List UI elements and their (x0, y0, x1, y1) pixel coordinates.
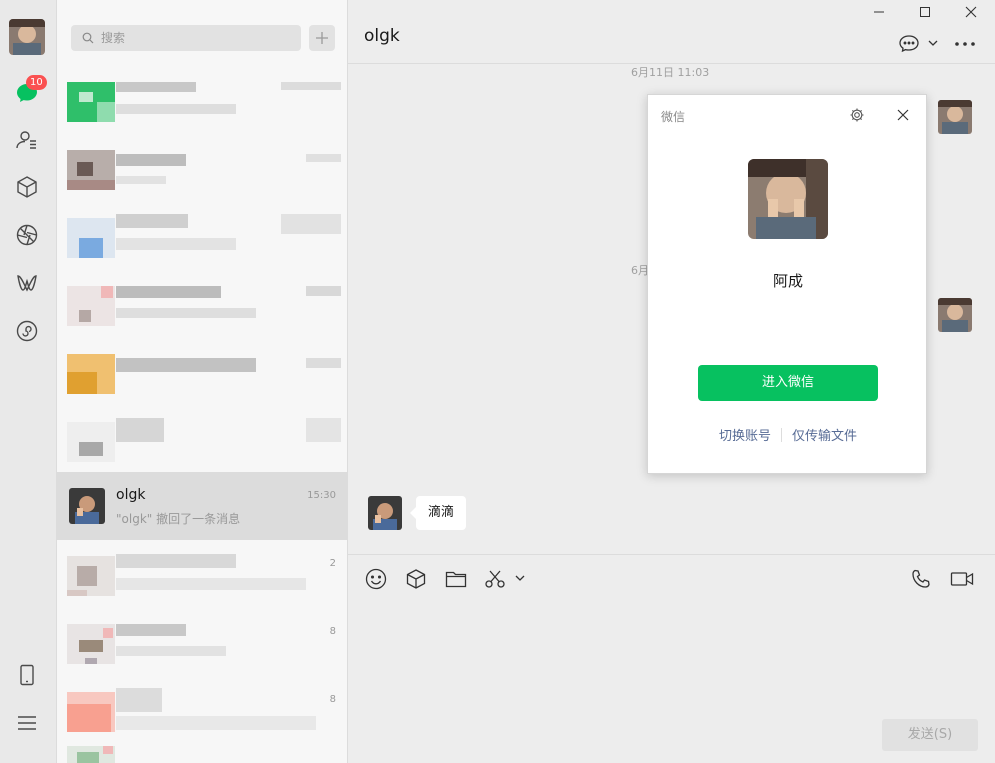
mini-programs-icon[interactable] (14, 318, 40, 344)
blurred-text (116, 154, 341, 184)
message-timestamp: 6月11日 11:03 (631, 66, 710, 79)
file-transfer-only-link[interactable]: 仅传输文件 (792, 425, 857, 444)
gear-icon[interactable] (848, 106, 866, 124)
my-avatar[interactable] (9, 19, 45, 55)
switch-account-link[interactable]: 切换账号 (719, 425, 771, 444)
conversation-name: olgk (116, 487, 146, 503)
avatar (67, 286, 115, 326)
avatar (69, 488, 105, 524)
unread-badge: 10 (26, 75, 47, 90)
dialog-title: 微信 (661, 110, 686, 124)
conversation-preview: "olgk" 撤回了一条消息 (116, 512, 241, 526)
avatar (67, 422, 115, 462)
chat-header: olgk (348, 0, 995, 64)
avatar (67, 354, 115, 394)
conversation-time: 8 (329, 626, 336, 637)
conversation-time: 15:30 (307, 490, 336, 501)
minimize-icon[interactable] (869, 4, 889, 20)
account-name: 阿成 (772, 272, 803, 290)
conversation-time: 2 (329, 558, 336, 569)
search-input[interactable] (101, 31, 291, 45)
chat-info-icon[interactable] (898, 34, 942, 54)
send-button[interactable]: 发送(S) (882, 719, 978, 751)
list-item[interactable] (57, 204, 348, 272)
blurred-text (116, 358, 341, 372)
chat-title: olgk (364, 26, 400, 46)
avatar (67, 150, 115, 190)
list-item[interactable] (57, 340, 348, 408)
chat-list-panel: olgk 15:30 "olgk" 撤回了一条消息 2 8 8 (57, 0, 348, 763)
blurred-text (116, 214, 341, 250)
input-divider (348, 554, 995, 555)
favorites-cube-icon[interactable] (14, 174, 40, 200)
channels-icon[interactable] (14, 270, 40, 296)
my-message-avatar[interactable] (938, 100, 972, 134)
dialog-links: 切换账号 仅传输文件 (648, 425, 928, 444)
incoming-message-bubble[interactable]: 滴滴 (409, 496, 467, 530)
emoji-icon[interactable] (364, 568, 388, 590)
blurred-text (116, 624, 226, 656)
my-message-avatar[interactable] (938, 298, 972, 332)
video-call-icon[interactable] (950, 568, 974, 590)
list-item[interactable] (57, 272, 348, 340)
search-icon (81, 31, 95, 45)
menu-icon[interactable] (14, 710, 40, 736)
link-divider (781, 427, 782, 442)
enter-wechat-button[interactable]: 进入微信 (698, 365, 878, 401)
close-window-icon[interactable] (961, 4, 981, 20)
avatar (67, 82, 115, 122)
screenshot-scissors-icon[interactable] (484, 568, 528, 590)
blurred-text (116, 82, 341, 114)
list-item-active[interactable]: olgk 15:30 "olgk" 撤回了一条消息 (57, 472, 348, 540)
conversation-time: 8 (329, 694, 336, 705)
blurred-text (116, 554, 306, 590)
phone-device-icon[interactable] (14, 662, 40, 688)
list-item[interactable]: 8 (57, 678, 348, 746)
avatar (67, 624, 115, 664)
wechat-window: 10 搜索 olgk 15:30 "olgk" 撤回了一条消息 2 8 8 ol… (0, 0, 995, 763)
wechat-login-dialog: 微信 阿成 进入微信 切换账号 仅传输文件 (647, 94, 927, 474)
blurred-text (116, 418, 341, 442)
list-item[interactable] (57, 408, 348, 476)
list-item[interactable]: 2 (57, 542, 348, 610)
contacts-icon[interactable] (14, 127, 40, 153)
maximize-icon[interactable] (915, 4, 935, 20)
list-item[interactable]: 8 (57, 610, 348, 678)
voice-call-icon[interactable] (909, 568, 933, 590)
favorites-cube-icon[interactable] (404, 568, 428, 590)
avatar (67, 218, 115, 258)
nav-rail: 10 (0, 0, 57, 763)
moments-aperture-icon[interactable] (14, 222, 40, 248)
close-icon[interactable] (894, 106, 912, 124)
blurred-text (116, 286, 341, 318)
account-avatar (748, 159, 828, 239)
avatar (67, 692, 115, 732)
folder-icon[interactable] (444, 568, 468, 590)
avatar (67, 556, 115, 596)
contact-message-avatar[interactable] (368, 496, 402, 530)
blurred-text (116, 688, 316, 730)
avatar (67, 746, 115, 763)
search-box[interactable] (71, 25, 301, 51)
list-item[interactable] (57, 136, 348, 204)
list-item[interactable] (57, 68, 348, 136)
more-options-icon[interactable] (954, 34, 976, 54)
list-item[interactable] (57, 746, 348, 763)
add-button[interactable] (309, 25, 335, 51)
